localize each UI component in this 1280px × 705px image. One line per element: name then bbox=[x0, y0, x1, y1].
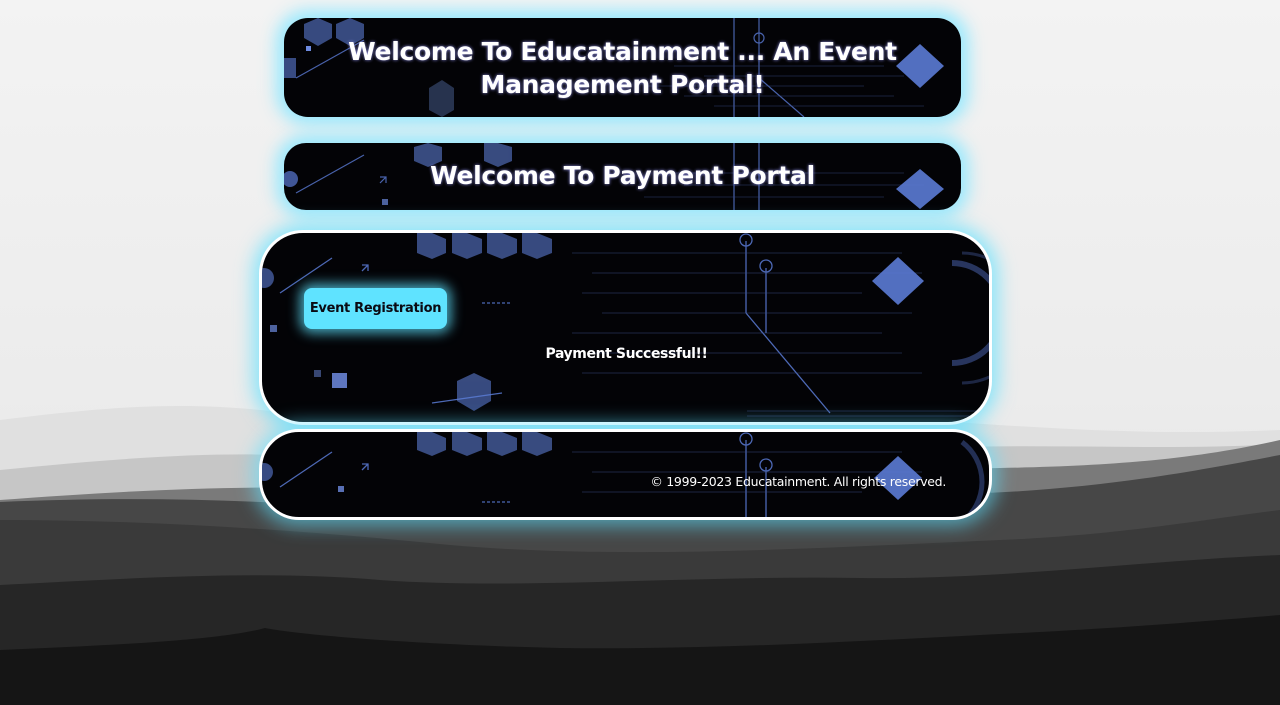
copyright-text: © 1999-2023 Educatainment. All rights re… bbox=[650, 474, 946, 489]
footer-panel: © 1999-2023 Educatainment. All rights re… bbox=[259, 429, 992, 520]
payment-status-panel: Event Registration Payment Successful!! bbox=[259, 230, 992, 425]
welcome-title: Welcome To Educatainment ... An Event Ma… bbox=[348, 37, 897, 99]
payment-portal-title: Welcome To Payment Portal bbox=[430, 161, 815, 190]
payment-portal-header-panel: Welcome To Payment Portal bbox=[284, 143, 961, 210]
payment-success-message: Payment Successful!! bbox=[545, 346, 708, 362]
event-registration-button[interactable]: Event Registration bbox=[304, 288, 447, 329]
welcome-header-panel: Welcome To Educatainment ... An Event Ma… bbox=[284, 18, 961, 117]
